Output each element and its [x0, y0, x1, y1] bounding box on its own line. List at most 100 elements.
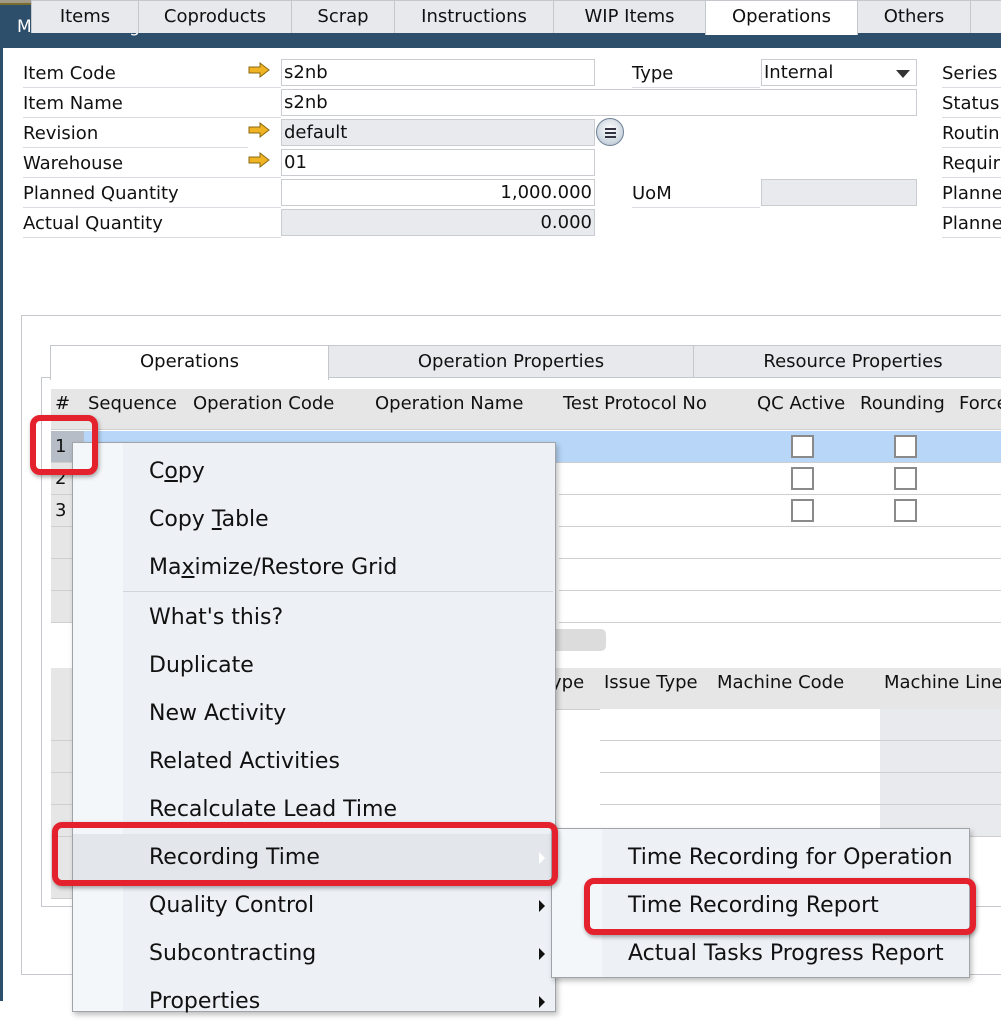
tab-wip-items[interactable]: WIP Items: [553, 0, 706, 33]
subtab-operation-properties[interactable]: Operation Properties: [328, 345, 694, 378]
revision-field[interactable]: default: [281, 119, 595, 146]
table-cell[interactable]: [955, 495, 1001, 527]
warehouse-label: Warehouse: [23, 150, 281, 178]
type-label: Type: [632, 60, 760, 88]
type-select[interactable]: Internal: [761, 59, 917, 86]
table-cell: [753, 463, 857, 495]
menu-item-properties[interactable]: Properties: [73, 978, 555, 1026]
subtab-resource-properties[interactable]: Resource Properties: [693, 345, 1001, 378]
table-cell: [559, 527, 754, 559]
item-name-label: Item Name: [23, 90, 281, 118]
menu-item-time-recording-for-operation[interactable]: Time Recording for Operation: [552, 834, 969, 882]
table-cell: [753, 527, 857, 559]
table-cell: [753, 495, 857, 527]
table-cell: [753, 431, 857, 463]
required-label: Requir: [942, 150, 1001, 178]
rounding-checkbox[interactable]: [894, 467, 917, 490]
annotation-highlight-row-1: [30, 415, 98, 475]
table-cell: [559, 559, 754, 591]
tab-others[interactable]: Others: [857, 0, 971, 33]
qc-active-checkbox[interactable]: [791, 467, 814, 490]
warehouse-field[interactable]: 01: [281, 149, 595, 176]
qc-active-checkbox[interactable]: [791, 435, 814, 458]
menu-item-new-activity[interactable]: New Activity: [73, 690, 555, 738]
tab-coproducts[interactable]: Coproducts: [138, 0, 292, 33]
link-arrow-icon[interactable]: [248, 122, 270, 138]
menu-item-maximize-restore-grid[interactable]: Maximize/Restore Grid: [73, 544, 555, 592]
menu-item-quality-control[interactable]: Quality Control: [73, 882, 555, 930]
menu-item-related-activities[interactable]: Related Activities: [73, 738, 555, 786]
table-cell: [955, 591, 1001, 623]
context-menu: Copy Copy Table Maximize/Restore Grid Wh…: [72, 442, 556, 1012]
column-header-machine-line[interactable]: Machine Line: [880, 668, 1001, 710]
tab-items[interactable]: Items: [31, 0, 139, 33]
rounding-checkbox[interactable]: [894, 499, 917, 522]
table-cell[interactable]: [559, 495, 754, 527]
uom-field: [761, 179, 917, 206]
table-cell: [856, 495, 956, 527]
column-header-operation-name[interactable]: Operation Name: [371, 389, 560, 430]
planned-quantity-field[interactable]: 1,000.000: [281, 179, 595, 206]
table-cell: [856, 431, 956, 463]
table-cell: [713, 709, 881, 741]
item-code-field[interactable]: s2nb: [281, 59, 595, 86]
link-arrow-icon[interactable]: [248, 62, 270, 78]
table-cell: [856, 591, 956, 623]
table-cell: [713, 741, 881, 773]
table-cell: [559, 591, 754, 623]
subtab-operations[interactable]: Operations: [50, 345, 329, 380]
menu-item-subcontracting[interactable]: Subcontracting: [73, 930, 555, 978]
planned-end-label: Planne: [942, 210, 1001, 238]
tab-operations[interactable]: Operations: [705, 0, 858, 35]
table-cell: [955, 559, 1001, 591]
menu-item-copy[interactable]: Copy: [73, 448, 555, 496]
column-header-sequence[interactable]: Sequence: [84, 389, 190, 430]
column-header-test-protocol-no[interactable]: Test Protocol No: [559, 389, 754, 430]
table-cell: [856, 463, 956, 495]
row-number: [51, 709, 73, 741]
table-cell: [753, 559, 857, 591]
menu-item-copy-table[interactable]: Copy Table: [73, 496, 555, 544]
menu-item-duplicate[interactable]: Duplicate: [73, 642, 555, 690]
table-cell[interactable]: [955, 463, 1001, 495]
column-header-operation-code[interactable]: Operation Code: [189, 389, 372, 430]
table-cell[interactable]: [559, 463, 754, 495]
menu-item-whats-this[interactable]: What's this?: [73, 594, 555, 642]
submenu-arrow-icon: [539, 948, 545, 960]
column-header-qc-active[interactable]: QC Active: [753, 389, 857, 430]
item-name-field[interactable]: s2nb: [281, 89, 917, 116]
type-select-value: Internal: [764, 62, 833, 83]
status-label: Status: [942, 90, 1001, 118]
submenu-arrow-icon: [539, 900, 545, 912]
planned-start-label: Planne: [942, 180, 1001, 208]
table-cell[interactable]: [559, 431, 754, 463]
uom-label: UoM: [632, 180, 760, 208]
column-header-rounding[interactable]: Rounding: [856, 389, 956, 430]
routing-label: Routin: [942, 120, 1001, 148]
tab-instructions[interactable]: Instructions: [394, 0, 554, 33]
tab-more[interactable]: [970, 0, 1001, 33]
column-header-issue-type[interactable]: Issue Type: [600, 668, 714, 710]
qc-active-checkbox[interactable]: [791, 499, 814, 522]
row-number: [51, 773, 73, 805]
table-cell: [753, 591, 857, 623]
series-label: Series: [942, 60, 1001, 88]
list-button-icon[interactable]: [596, 118, 624, 146]
table-cell: [600, 709, 714, 741]
column-header-force[interactable]: Force: [955, 389, 1001, 430]
table-cell: [713, 773, 881, 805]
tab-scrap[interactable]: Scrap: [291, 0, 395, 33]
table-cell: [955, 527, 1001, 559]
actual-quantity-label: Actual Quantity: [23, 210, 281, 238]
table-cell[interactable]: [955, 431, 1001, 463]
column-header-machine-code[interactable]: Machine Code: [713, 668, 881, 710]
rounding-checkbox[interactable]: [894, 435, 917, 458]
submenu-arrow-icon: [539, 996, 545, 1008]
annotation-highlight-time-recording-report: [584, 878, 976, 935]
table-cell: [600, 741, 714, 773]
revision-label: Revision: [23, 120, 248, 148]
table-cell: [856, 527, 956, 559]
menu-item-actual-tasks-progress-report[interactable]: Actual Tasks Progress Report: [552, 930, 969, 978]
annotation-highlight-recording-time: [52, 822, 558, 886]
link-arrow-icon[interactable]: [248, 152, 270, 168]
